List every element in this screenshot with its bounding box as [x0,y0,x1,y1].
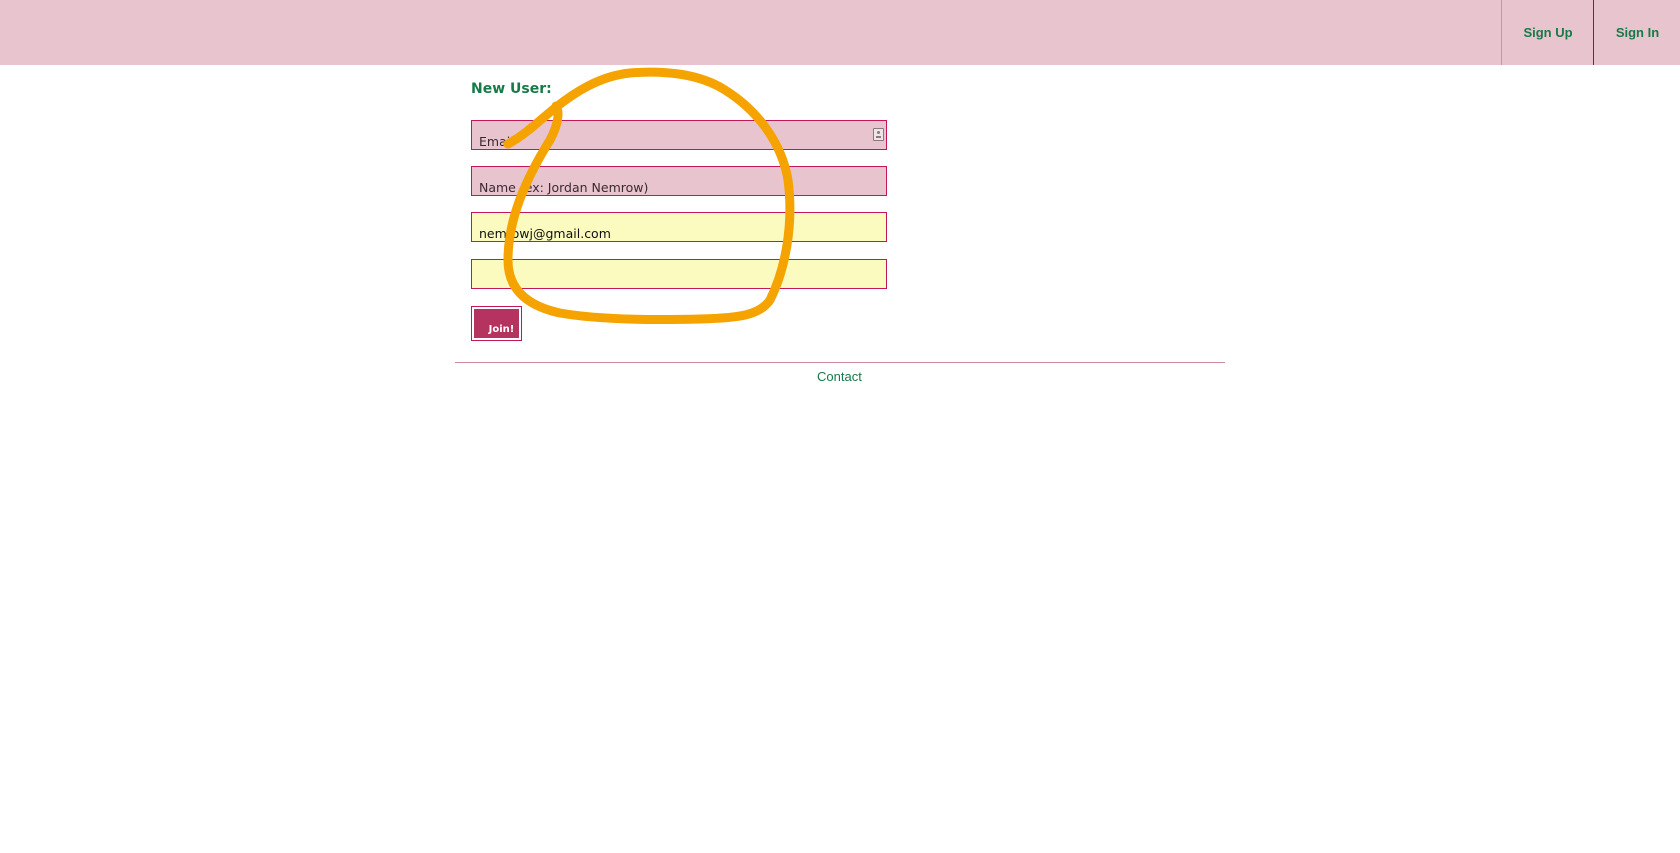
password-field[interactable] [471,259,887,289]
name-field[interactable] [471,166,887,196]
join-button[interactable]: Join! [474,309,519,338]
username-field[interactable] [471,212,887,242]
footer-divider [455,362,1225,363]
top-nav-bar: Sign Up Sign In [0,0,1680,65]
sign-up-link[interactable]: Sign Up [1501,0,1594,65]
join-button-frame: Join! [471,306,522,341]
contact-card-icon[interactable] [873,128,884,141]
contact-link[interactable]: Contact [817,369,862,384]
form-title: New User: [471,81,552,97]
sign-in-link[interactable]: Sign In [1593,0,1680,65]
email-field[interactable] [471,120,887,150]
